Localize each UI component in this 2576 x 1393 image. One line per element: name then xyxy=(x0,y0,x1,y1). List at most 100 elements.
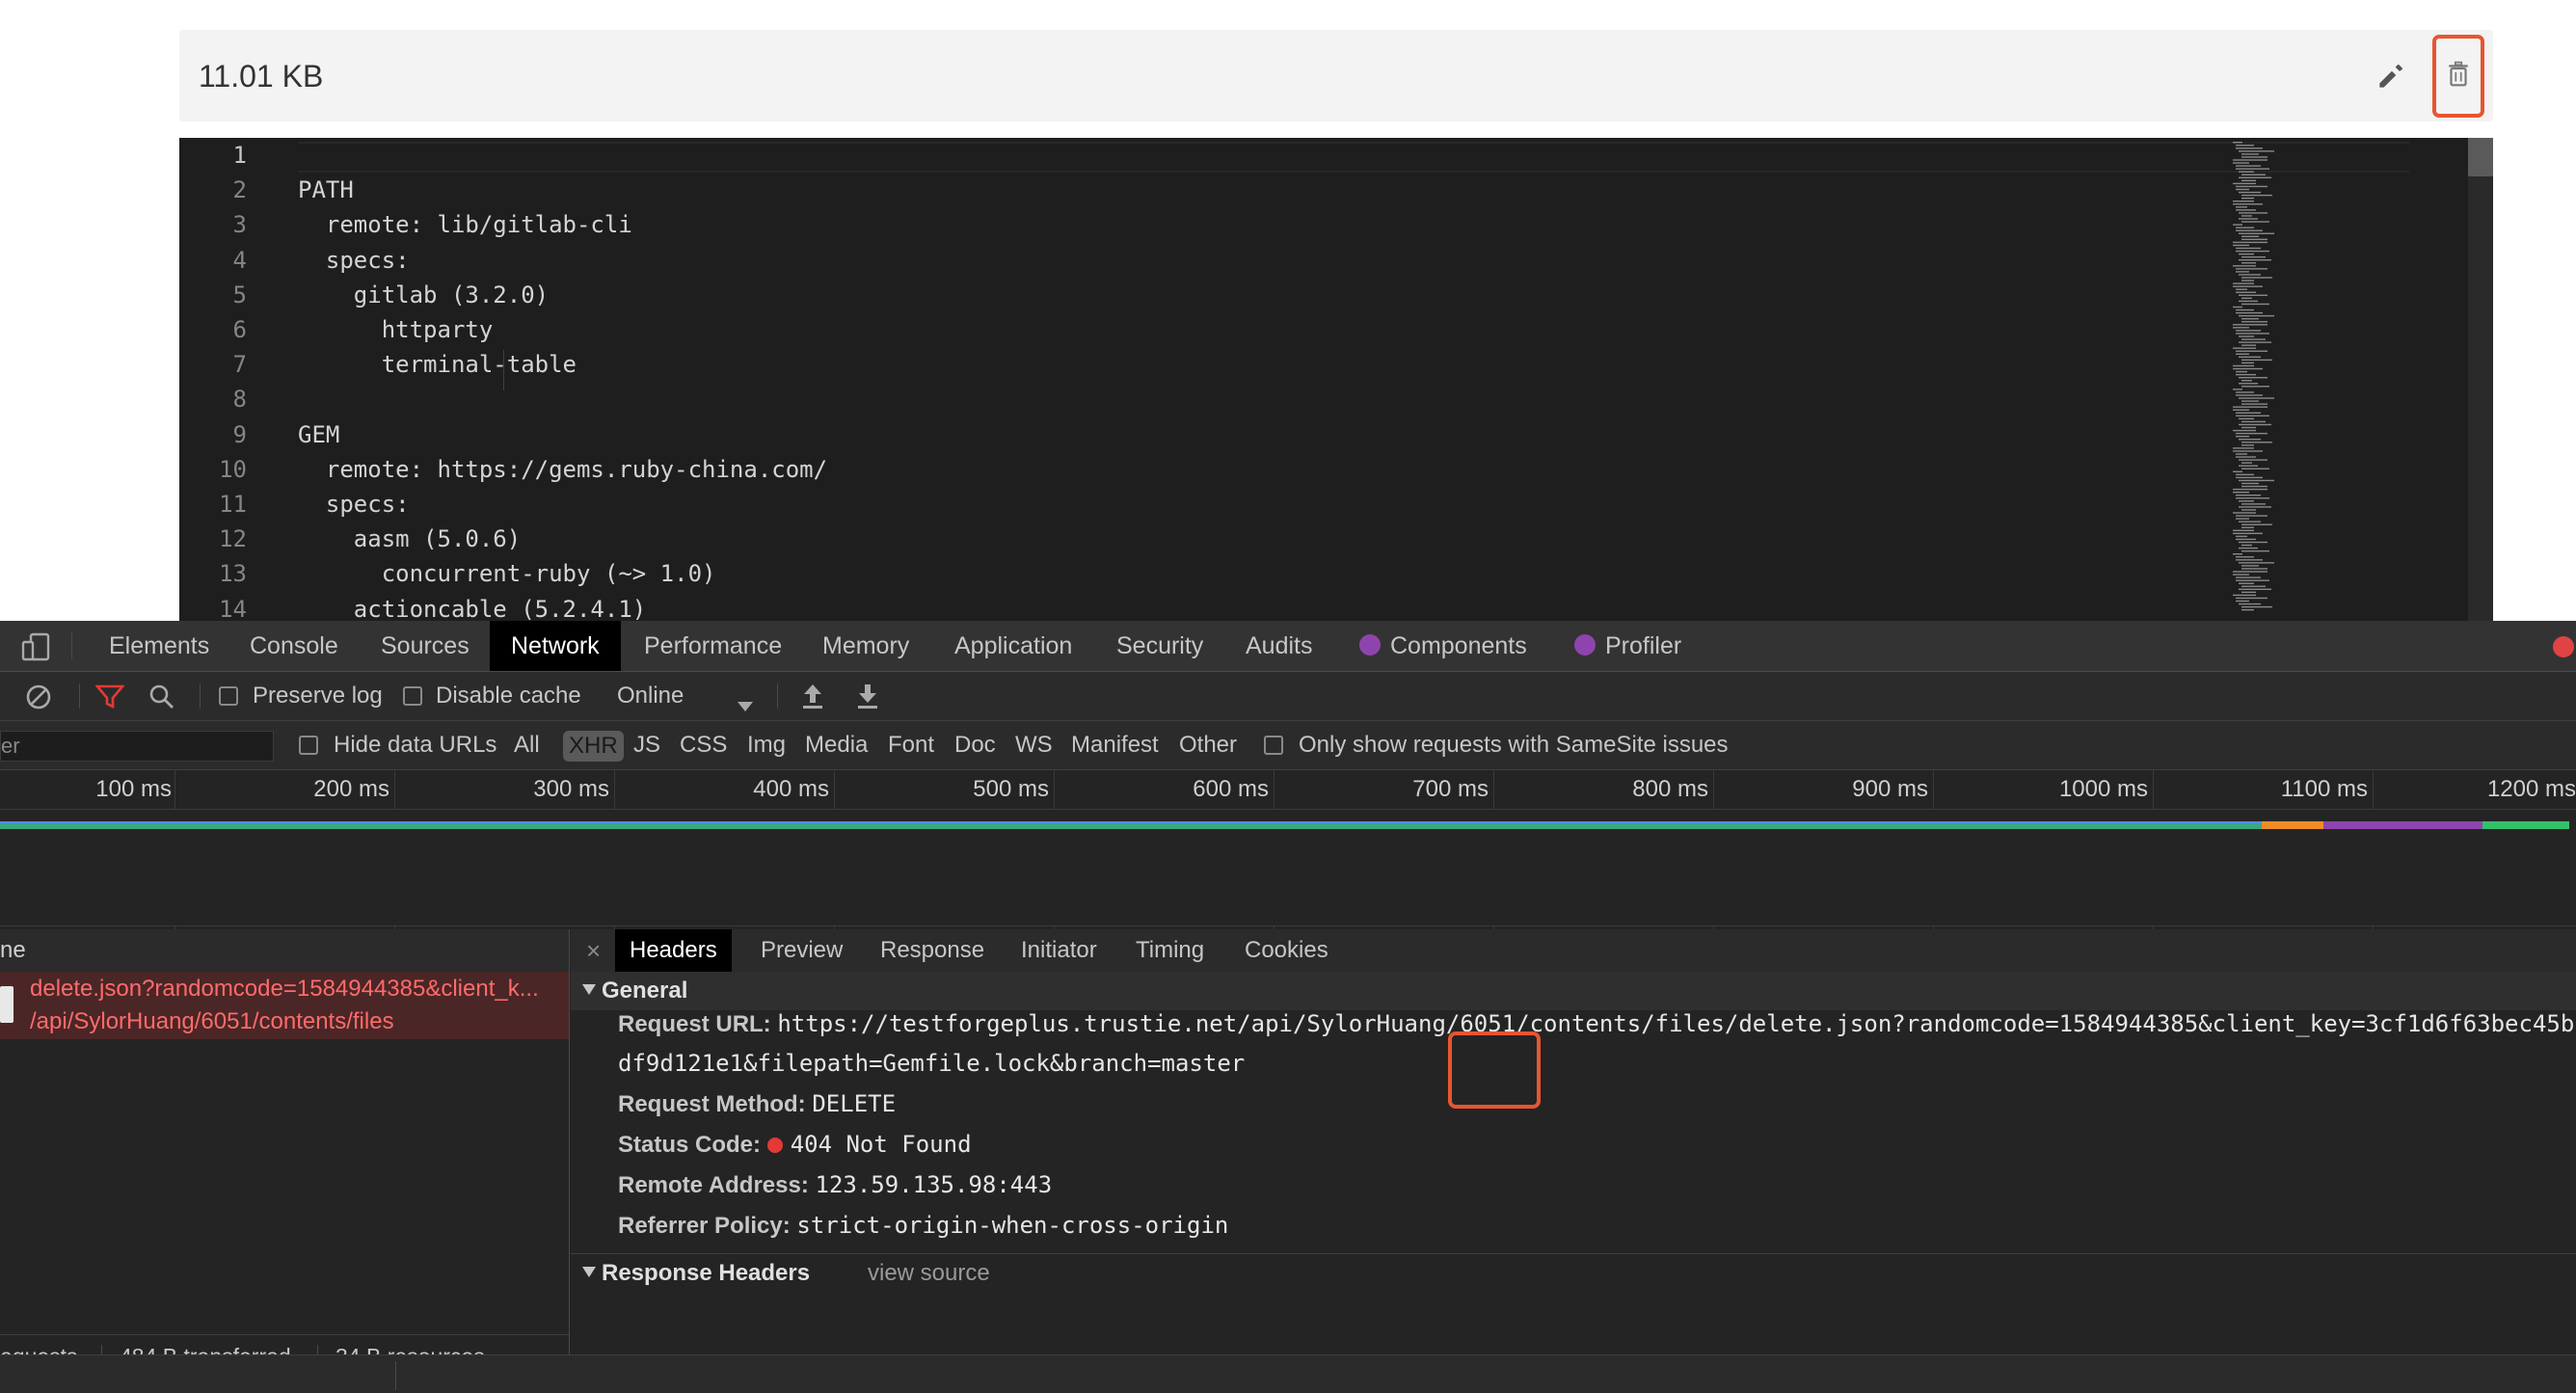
response-headers-section-header[interactable]: Response Headers view source xyxy=(571,1253,2576,1293)
minimap-line xyxy=(2239,176,2271,178)
minimap-line xyxy=(2241,444,2254,446)
editor-scrollbar-thumb[interactable] xyxy=(2468,138,2493,176)
tab-profiler[interactable]: Profiler xyxy=(1574,621,1681,671)
minimap-line xyxy=(2236,518,2249,520)
tab-application[interactable]: Application xyxy=(954,621,1072,671)
delete-button[interactable] xyxy=(2432,35,2484,118)
close-icon[interactable]: × xyxy=(586,929,601,972)
view-source-link[interactable]: view source xyxy=(868,1254,990,1293)
tab-initiator[interactable]: Initiator xyxy=(1021,929,1097,972)
code-line[interactable]: concurrent-ruby (~> 1.0) xyxy=(298,560,716,587)
filter-icon[interactable] xyxy=(94,683,125,717)
minimap-line xyxy=(2239,341,2271,343)
minimap-line xyxy=(2241,608,2254,611)
clear-icon[interactable] xyxy=(25,683,52,717)
tab-memory[interactable]: Memory xyxy=(822,621,909,671)
code-line[interactable]: terminal-table xyxy=(298,351,577,378)
tab-preview[interactable]: Preview xyxy=(761,929,843,972)
minimap-line xyxy=(2239,274,2261,276)
filter-type-ws[interactable]: WS xyxy=(1015,721,1053,769)
request-url-row: Request URL: https://testforgeplus.trust… xyxy=(618,1010,2574,1038)
tab-network[interactable]: Network xyxy=(490,621,621,671)
minimap-line xyxy=(2241,585,2266,587)
request-row[interactable]: delete.json?randomcode=1584944385&client… xyxy=(0,972,569,1039)
tab-timing[interactable]: Timing xyxy=(1136,929,1204,972)
minimap-line xyxy=(2239,479,2274,482)
minimap-line xyxy=(2236,227,2254,228)
general-section-header[interactable]: General xyxy=(571,972,2576,1010)
filter-type-other[interactable]: Other xyxy=(1179,721,1237,769)
code-line[interactable]: GEM xyxy=(298,421,339,448)
tab-headers[interactable]: Headers xyxy=(615,929,732,972)
download-icon[interactable] xyxy=(855,683,880,716)
minimap-line xyxy=(2241,568,2267,570)
minimap-line xyxy=(2236,556,2254,558)
filter-type-xhr[interactable]: XHR xyxy=(563,731,624,762)
request-url-value-cont[interactable]: df9d121e1&filepath=Gemfile.lock&branch=m… xyxy=(618,1050,1245,1077)
code-line[interactable]: aasm (5.0.6) xyxy=(298,525,521,552)
filter-type-media[interactable]: Media xyxy=(805,721,868,769)
tab-console[interactable]: Console xyxy=(250,621,338,671)
code-editor[interactable]: 1 2 3 4 5 6 7 8 9 10 11 12 13 14 PATH remote: lib/git… xyxy=(179,138,2493,621)
divider xyxy=(71,632,72,659)
code-line[interactable]: gitlab (3.2.0) xyxy=(298,281,549,308)
device-toolbar-icon[interactable] xyxy=(21,632,54,661)
search-icon[interactable] xyxy=(148,683,175,717)
status-error-icon xyxy=(766,1138,783,1153)
filter-type-font[interactable]: Font xyxy=(888,721,934,769)
request-details: × Headers Preview Response Initiator Tim… xyxy=(571,929,2576,1392)
filter-type-css[interactable]: CSS xyxy=(680,721,727,769)
throttle-select[interactable]: Online xyxy=(617,672,684,720)
editor-minimap[interactable] xyxy=(2231,142,2356,621)
line-number: 10 xyxy=(219,455,247,483)
editor-scrollbar-track[interactable] xyxy=(2468,138,2493,621)
minimap-line xyxy=(2241,523,2272,525)
referrer-policy-label: Referrer Policy: xyxy=(618,1213,791,1239)
code-line[interactable]: specs: xyxy=(298,491,410,518)
close-icon[interactable] xyxy=(2553,636,2574,657)
code-line[interactable]: httparty xyxy=(298,316,494,343)
filter-type-js[interactable]: JS xyxy=(633,721,660,769)
hide-data-urls-checkbox[interactable] xyxy=(299,736,318,755)
disable-cache-checkbox[interactable] xyxy=(403,686,422,706)
timeline-overview[interactable] xyxy=(0,810,2576,926)
minimap-line xyxy=(2241,280,2254,281)
tab-cookies[interactable]: Cookies xyxy=(1245,929,1328,972)
minimap-line xyxy=(2236,456,2256,458)
waterfall-bar-download xyxy=(2482,821,2569,829)
tab-audits[interactable]: Audits xyxy=(1246,621,1312,671)
name-column-header[interactable]: ne xyxy=(0,929,569,973)
filter-type-doc[interactable]: Doc xyxy=(954,721,996,769)
filter-type-all[interactable]: All xyxy=(514,721,540,769)
tab-components[interactable]: Components xyxy=(1359,621,1527,671)
timeline-ruler: 100 ms 200 ms 300 ms 400 ms 500 ms 600 m… xyxy=(0,770,2576,810)
code-line[interactable]: actioncable (5.2.4.1) xyxy=(298,596,646,621)
minimap-line xyxy=(2236,370,2247,373)
tab-response[interactable]: Response xyxy=(880,929,984,972)
code-line[interactable]: PATH xyxy=(298,176,354,203)
pencil-icon[interactable] xyxy=(2374,57,2410,94)
code-line[interactable]: remote: lib/gitlab-cli xyxy=(298,211,632,238)
samesite-checkbox[interactable] xyxy=(1264,736,1283,755)
minimap-line xyxy=(2241,318,2259,320)
upload-icon[interactable] xyxy=(800,683,825,716)
request-url-value[interactable]: https://testforgeplus.trustie.net/api/Sy… xyxy=(777,1010,2574,1037)
request-method-label: Request Method: xyxy=(618,1091,806,1117)
waterfall-bar-waiting xyxy=(0,821,2262,829)
filter-type-manifest[interactable]: Manifest xyxy=(1071,721,1159,769)
tab-sources[interactable]: Sources xyxy=(381,621,470,671)
tab-elements[interactable]: Elements xyxy=(109,621,209,671)
code-line[interactable]: remote: https://gems.ruby-china.com/ xyxy=(298,456,827,483)
tab-performance[interactable]: Performance xyxy=(644,621,782,671)
filter-input[interactable]: er xyxy=(0,731,274,762)
tab-security[interactable]: Security xyxy=(1116,621,1203,671)
filter-type-img[interactable]: Img xyxy=(747,721,786,769)
tick-label: 700 ms xyxy=(1412,776,1489,802)
chevron-down-icon[interactable] xyxy=(738,691,753,718)
code-line[interactable]: specs: xyxy=(298,247,410,274)
tick-label: 400 ms xyxy=(753,776,829,802)
remote-address-value: 123.59.135.98:443 xyxy=(815,1171,1053,1198)
general-section-title: General xyxy=(602,978,688,1004)
minimap-line xyxy=(2239,150,2274,152)
preserve-log-checkbox[interactable] xyxy=(219,686,238,706)
